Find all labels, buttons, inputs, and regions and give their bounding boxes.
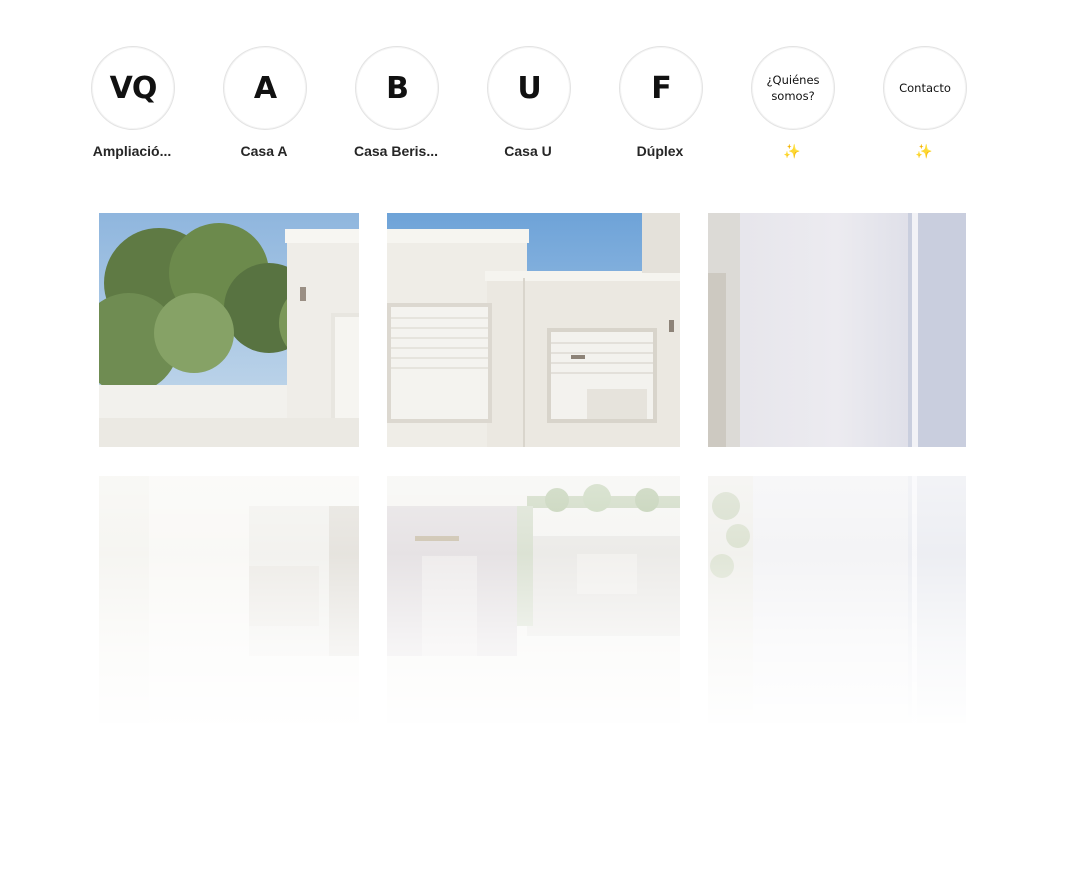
highlight-cover: B: [355, 46, 439, 130]
highlight-glyph: Contacto: [899, 81, 951, 95]
highlight-cover: Contacto: [883, 46, 967, 130]
highlight-label: Casa U: [504, 143, 552, 159]
post-image: [99, 213, 359, 447]
profile-page: VQ Ampliació... A Casa A B Casa Beris...…: [0, 0, 1070, 875]
highlight-glyph: VQ: [109, 70, 158, 106]
post-tile[interactable]: [387, 213, 680, 447]
highlight-cover: VQ: [91, 46, 175, 130]
post-image: [387, 476, 680, 723]
highlight-glyph: U: [517, 70, 541, 106]
highlight-label: Ampliació...: [92, 143, 172, 159]
highlight-glyph: A: [253, 70, 277, 106]
highlight-glyph: ¿Quiénes somos?: [766, 73, 820, 103]
highlight-cover: F: [619, 46, 703, 130]
post-image: [708, 476, 966, 723]
highlight-label: ✨: [783, 143, 801, 159]
post-tile[interactable]: [99, 213, 359, 447]
post-tile[interactable]: [708, 476, 966, 723]
post-tile[interactable]: [387, 476, 680, 723]
post-tile[interactable]: [708, 213, 966, 447]
posts-grid: [99, 213, 966, 723]
story-highlights: VQ Ampliació... A Casa A B Casa Beris...…: [0, 46, 1070, 166]
highlight-label: Dúplex: [636, 143, 684, 159]
highlight-label: Casa Beris...: [353, 143, 439, 159]
post-tile[interactable]: [99, 476, 359, 723]
highlight-glyph: B: [386, 70, 409, 106]
post-image: [387, 213, 680, 447]
highlight-label: Casa A: [240, 143, 288, 159]
highlight-cover: A: [223, 46, 307, 130]
highlight-label: ✨: [915, 143, 933, 159]
post-image: [708, 213, 966, 447]
highlight-glyph: F: [651, 70, 671, 106]
highlight-cover: ¿Quiénes somos?: [751, 46, 835, 130]
highlight-cover: U: [487, 46, 571, 130]
post-image: [99, 476, 359, 723]
